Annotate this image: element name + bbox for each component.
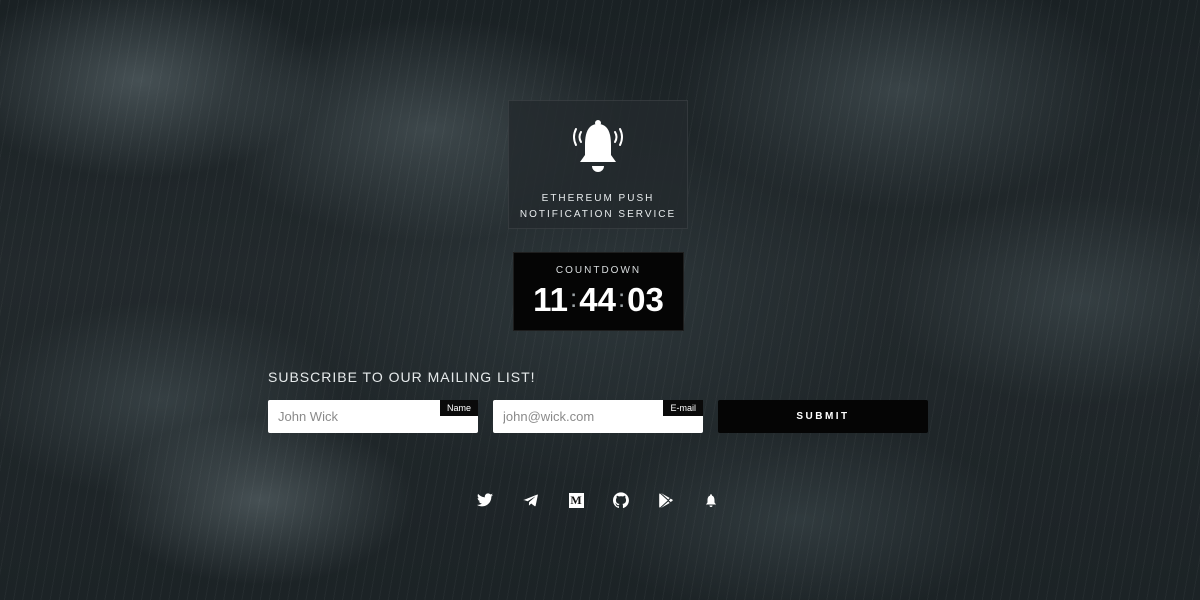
github-icon bbox=[613, 492, 629, 508]
subscribe-heading: SUBSCRIBE TO OUR MAILING LIST! bbox=[268, 369, 536, 385]
brand-title-line2: NOTIFICATION SERVICE bbox=[519, 209, 677, 220]
countdown-separator: : bbox=[617, 283, 626, 313]
email-field: E-mail bbox=[493, 400, 703, 433]
bell-icon bbox=[568, 115, 628, 177]
countdown-timer: 11:44:03 bbox=[514, 281, 683, 319]
telegram-link[interactable] bbox=[519, 489, 541, 511]
twitter-link[interactable] bbox=[474, 489, 496, 511]
twitter-icon bbox=[477, 493, 493, 507]
countdown-label: COUNTDOWN bbox=[555, 265, 642, 276]
submit-button[interactable]: SUBMIT bbox=[718, 400, 928, 433]
brand-title: ETHEREUM PUSH NOTIFICATION SERVICE bbox=[509, 191, 687, 223]
google-play-icon bbox=[659, 492, 673, 508]
name-field-tag: Name bbox=[439, 400, 478, 416]
countdown-hours: 11 bbox=[533, 281, 568, 318]
brand-logo-card: ETHEREUM PUSH NOTIFICATION SERVICE bbox=[508, 100, 688, 229]
name-field: Name bbox=[268, 400, 478, 433]
brand-title-line1: ETHEREUM PUSH bbox=[541, 193, 655, 204]
medium-icon: M bbox=[568, 492, 584, 508]
social-links: M bbox=[474, 489, 726, 511]
google-play-link[interactable] bbox=[655, 489, 677, 511]
email-field-tag: E-mail bbox=[663, 400, 703, 416]
medium-link[interactable]: M bbox=[565, 489, 587, 511]
telegram-icon bbox=[522, 493, 538, 507]
countdown-seconds: 03 bbox=[627, 281, 664, 318]
bell-icon bbox=[705, 493, 717, 507]
countdown-card: COUNTDOWN 11:44:03 bbox=[513, 252, 684, 331]
github-link[interactable] bbox=[610, 489, 632, 511]
epns-link[interactable] bbox=[700, 489, 722, 511]
countdown-minutes: 44 bbox=[579, 281, 616, 318]
countdown-separator: : bbox=[569, 283, 578, 313]
